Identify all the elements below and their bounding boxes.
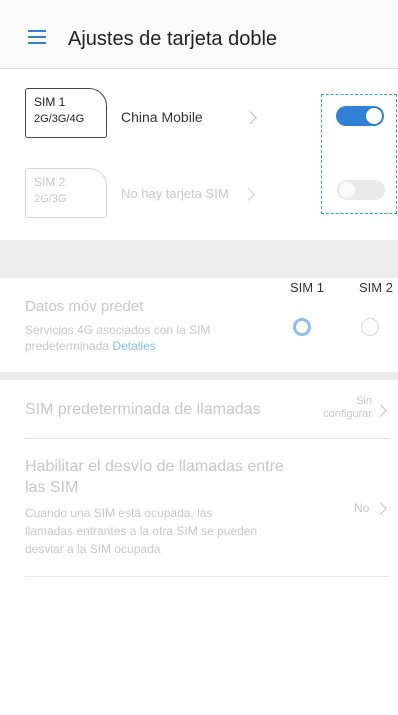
sim2-bands-label: 2G/3G bbox=[34, 193, 67, 205]
details-link[interactable]: Detalles bbox=[112, 339, 155, 353]
sim2-toggle[interactable] bbox=[337, 180, 385, 200]
section-divider bbox=[0, 372, 398, 380]
call-forwarding-title: Habilitar el desvío de llamadas entre la… bbox=[25, 458, 284, 496]
call-forwarding-desc: Cuando una SIM está ocupada, las llamada… bbox=[25, 506, 258, 556]
sim2-slot-label: SIM 2 bbox=[34, 175, 66, 189]
sim1-toggle[interactable] bbox=[336, 106, 384, 126]
column-sim1: SIM 1 bbox=[290, 280, 324, 295]
mobile-data-default-title: Datos móv predet bbox=[25, 298, 144, 315]
sim1-carrier: China Mobile bbox=[121, 109, 203, 125]
sim2-carrier: No hay tarjeta SIM bbox=[121, 186, 229, 201]
sim1-card-icon: SIM 1 2G/3G/4G bbox=[25, 88, 107, 138]
column-sim2: SIM 2 bbox=[359, 280, 393, 295]
default-call-sim-value: Sin configurar bbox=[323, 395, 372, 420]
chevron-right-icon bbox=[244, 111, 257, 124]
default-call-sim-row[interactable]: SIM predeterminada de llamadas Sin confi… bbox=[0, 380, 398, 438]
sim2-radio[interactable] bbox=[361, 318, 379, 336]
menu-icon[interactable] bbox=[28, 30, 46, 44]
call-forwarding-row[interactable]: Habilitar el desvío de llamadas entre la… bbox=[0, 440, 398, 576]
chevron-right-icon bbox=[374, 404, 387, 417]
chevron-right-icon bbox=[242, 188, 255, 201]
sim1-slot-label: SIM 1 bbox=[34, 95, 66, 109]
default-call-sim-title: SIM predeterminada de llamadas bbox=[25, 401, 261, 418]
mobile-data-default-row[interactable]: Datos móv predet Servicios 4G asociados … bbox=[0, 294, 398, 364]
page-title: Ajustes de tarjeta doble bbox=[68, 28, 278, 50]
row-divider bbox=[25, 576, 390, 577]
mobile-data-default-desc: Servicios 4G asociados con la SIM predet… bbox=[25, 323, 211, 353]
sim1-radio[interactable] bbox=[293, 318, 311, 336]
chevron-right-icon bbox=[374, 502, 387, 515]
app-header: Ajustes de tarjeta doble bbox=[0, 0, 398, 69]
sim1-bands-label: 2G/3G/4G bbox=[34, 113, 85, 125]
sim2-card-icon: SIM 2 2G/3G bbox=[25, 168, 107, 218]
row-divider bbox=[25, 438, 390, 439]
call-forwarding-value: No bbox=[354, 501, 370, 515]
sim-column-header bbox=[0, 240, 398, 278]
